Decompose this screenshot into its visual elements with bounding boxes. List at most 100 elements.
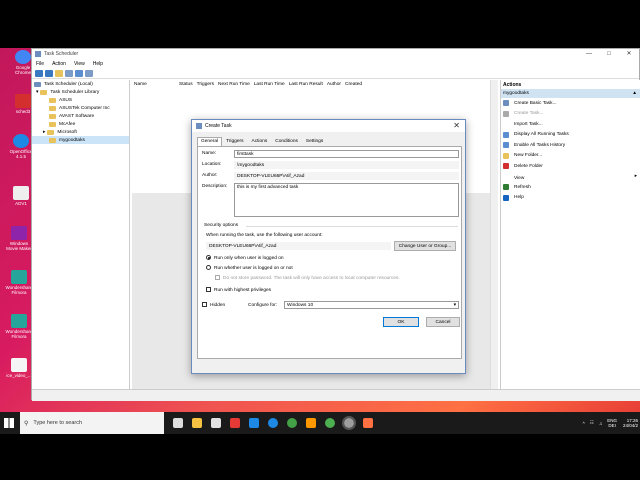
actions-subheader[interactable]: mygoodtaks ▲ xyxy=(501,89,640,98)
menu-action[interactable]: Action xyxy=(52,61,66,67)
column-header-created[interactable]: Created xyxy=(345,82,362,87)
radio-whether-logged-on[interactable] xyxy=(206,265,211,270)
task-scheduler-icon xyxy=(34,81,41,87)
tab-actions[interactable]: Actions xyxy=(248,137,272,146)
column-header-name[interactable]: Name xyxy=(134,82,175,87)
column-header-next-run[interactable]: Next Run Time xyxy=(218,82,250,87)
no-store-password-row[interactable]: Do not store password. The task will onl… xyxy=(215,275,400,281)
back-arrow-icon[interactable] xyxy=(35,69,43,77)
gift-icon[interactable] xyxy=(230,418,240,428)
radio-logged-on-row[interactable]: Run only when user is logged on xyxy=(206,255,284,261)
no-store-password-checkbox[interactable] xyxy=(215,275,220,280)
desktop-icon-label: Windows Movie Maker xyxy=(6,241,32,251)
action-new-folder[interactable]: New Folder... xyxy=(501,151,640,162)
change-user-button[interactable]: Change User or Group... xyxy=(394,241,456,251)
up-folder-icon[interactable] xyxy=(55,69,63,77)
close-button[interactable]: ✕ xyxy=(619,49,639,59)
properties-icon[interactable] xyxy=(65,69,73,77)
screen: Google Chrome sched3 OpenOffice 4.1.5 AD… xyxy=(0,48,640,434)
task-scheduler-icon[interactable] xyxy=(342,416,356,430)
name-field[interactable]: firsttask xyxy=(234,150,459,158)
edge-icon[interactable] xyxy=(268,418,278,428)
dialog-titlebar[interactable]: Create Task xyxy=(192,120,465,132)
dialog-close-icon[interactable]: ✕ xyxy=(453,121,460,130)
store-icon[interactable] xyxy=(211,418,221,428)
vertical-scrollbar[interactable] xyxy=(490,80,498,389)
cancel-button[interactable]: Cancel xyxy=(426,317,460,327)
up-chevron-icon[interactable]: ^ xyxy=(583,421,585,426)
collapse-arrow-icon[interactable]: ▲ xyxy=(632,91,637,96)
tree-item-folder[interactable]: AVAST Software xyxy=(32,112,129,120)
column-header-triggers[interactable]: Triggers xyxy=(197,82,214,87)
window-titlebar[interactable]: Task Scheduler xyxy=(32,49,639,59)
language-indicator[interactable]: ENG DEI xyxy=(607,418,617,429)
clock[interactable]: 17:26 24/04/2 xyxy=(623,418,638,429)
configure-for-select[interactable]: Windows 10 ▾ xyxy=(284,301,459,309)
file-explorer-icon[interactable] xyxy=(192,418,202,428)
menu-file[interactable]: File xyxy=(36,61,44,67)
menu-view[interactable]: View xyxy=(74,61,85,67)
tab-conditions[interactable]: Conditions xyxy=(271,137,302,146)
radio-whether-row[interactable]: Run whether user is logged on or not xyxy=(206,265,293,271)
show-hide-pane-icon[interactable] xyxy=(85,69,93,77)
help-icon[interactable] xyxy=(75,69,83,77)
tree-item-folder-selected[interactable]: mygoodtaks xyxy=(32,136,129,144)
action-refresh[interactable]: Refresh xyxy=(501,182,640,193)
tree-item-folder[interactable]: ASUSTek Computer Inc xyxy=(32,104,129,112)
desktop-icon-filmora[interactable]: Wondershare Filmora xyxy=(4,270,34,295)
tree-item-folder[interactable]: ▸ Microsoft xyxy=(32,128,129,136)
folder-icon xyxy=(49,121,56,127)
highest-privileges-row[interactable]: Run with highest privileges xyxy=(206,287,271,293)
column-header-last-result[interactable]: Last Run Result xyxy=(289,82,323,87)
action-create-task[interactable]: Create Task... xyxy=(501,109,640,120)
menu-bar: File Action View Help xyxy=(32,59,639,68)
desktop-icon-ice-video[interactable]: ice_video_... xyxy=(4,358,34,378)
taskbar-search-box[interactable]: ⚲ Type here to search xyxy=(20,412,164,434)
forward-arrow-icon[interactable] xyxy=(45,69,53,77)
action-import-task[interactable]: Import Task... xyxy=(501,119,640,130)
highest-privileges-checkbox[interactable] xyxy=(206,287,211,292)
action-enable-history[interactable]: Enable All Tasks History xyxy=(501,140,640,151)
action-view[interactable]: View ▸ xyxy=(501,172,640,183)
menu-help[interactable]: Help xyxy=(93,61,103,67)
chrome-icon[interactable] xyxy=(287,418,297,428)
action-delete-folder[interactable]: Delete Folder xyxy=(501,161,640,172)
task-view-icon[interactable] xyxy=(173,418,183,428)
column-header-status[interactable]: Status xyxy=(179,82,193,87)
tree-item-label: Microsoft xyxy=(57,129,77,135)
column-header-author[interactable]: Author xyxy=(327,82,341,87)
start-windows-icon[interactable] xyxy=(4,418,14,428)
hidden-row[interactable]: Hidden xyxy=(202,302,225,308)
action-help[interactable]: Help xyxy=(501,193,640,204)
tab-general[interactable]: General xyxy=(197,137,223,146)
app-icon[interactable] xyxy=(325,418,335,428)
tree-item-library[interactable]: ▾ Task Scheduler Library xyxy=(32,88,129,96)
tree-item-folder[interactable]: ASUS xyxy=(32,96,129,104)
maximize-button[interactable]: □ xyxy=(599,49,619,59)
tree-item-label: mygoodtaks xyxy=(59,137,85,143)
radio-logged-on[interactable] xyxy=(206,255,211,260)
minimize-button[interactable]: — xyxy=(579,49,599,59)
column-header-last-run[interactable]: Last Run Time xyxy=(254,82,285,87)
tab-settings[interactable]: Settings xyxy=(302,137,327,146)
action-display-running[interactable]: Display All Running Tasks xyxy=(501,130,640,141)
tree-item-folder[interactable]: McAfee xyxy=(32,120,129,128)
expand-arrow-icon[interactable]: ▸ xyxy=(43,130,45,135)
author-value: DESKTOP-VLEU66P\Atif_Azad xyxy=(234,172,459,180)
document-icon xyxy=(13,186,29,200)
volume-icon[interactable]: ♫ xyxy=(599,421,602,426)
desktop-icon-filmora-2[interactable]: Wondershare Filmora xyxy=(4,314,34,339)
tree-item-root[interactable]: Task Scheduler (Local) xyxy=(32,80,129,88)
ok-button[interactable]: OK xyxy=(383,317,419,327)
collapse-arrow-icon[interactable]: ▾ xyxy=(36,90,38,95)
mail-icon[interactable] xyxy=(249,418,259,428)
action-create-basic-task[interactable]: Create Basic Task... xyxy=(501,98,640,109)
description-field[interactable]: this is my first advanced task xyxy=(234,183,459,217)
desktop-icon-movie-maker[interactable]: Windows Movie Maker xyxy=(4,226,34,251)
tab-triggers[interactable]: Triggers xyxy=(222,137,247,146)
folder-icon xyxy=(49,97,56,103)
recorder-icon[interactable] xyxy=(363,418,373,428)
network-icon[interactable]: ☷ xyxy=(590,420,594,426)
hidden-checkbox[interactable] xyxy=(202,302,207,307)
vlc-icon[interactable] xyxy=(306,418,316,428)
